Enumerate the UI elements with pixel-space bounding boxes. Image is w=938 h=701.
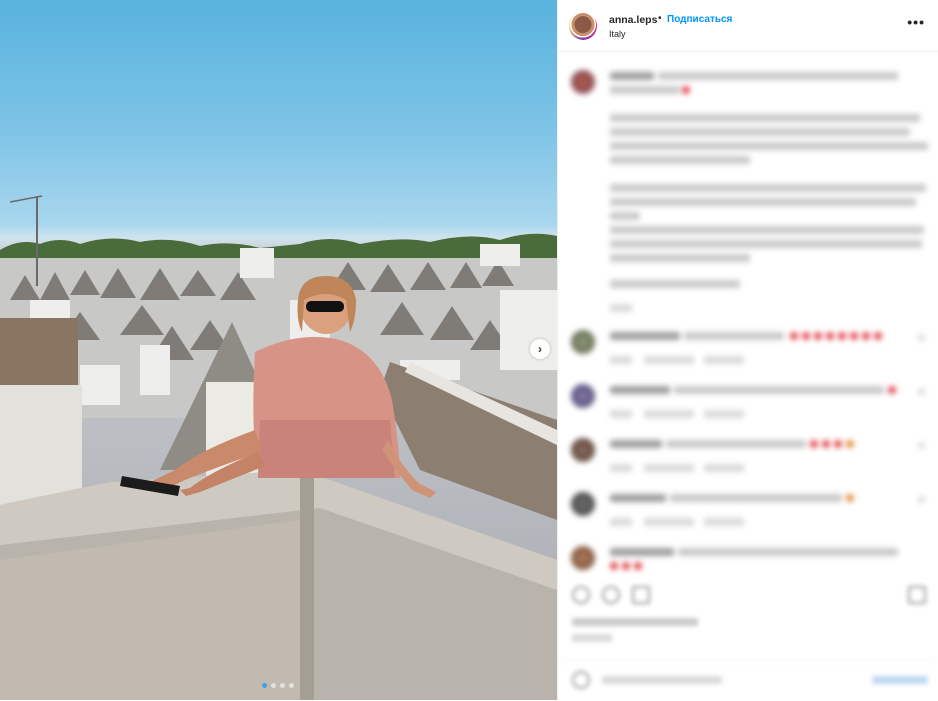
carousel-dot: [289, 683, 294, 688]
add-comment-bar-blurred: [558, 660, 938, 701]
comment-avatar: [571, 70, 595, 94]
location-link[interactable]: Italy: [609, 29, 626, 39]
follow-button[interactable]: Подписаться: [667, 14, 732, 25]
carousel-dot: [262, 683, 267, 688]
separator-dot: •: [658, 13, 662, 24]
carousel-dots: [262, 683, 294, 688]
post-side-panel: anna.leps • Подписаться Italy •••: [557, 0, 938, 700]
carousel-dot: [271, 683, 276, 688]
share-icon[interactable]: [632, 586, 650, 604]
carousel-next-button[interactable]: ›: [530, 339, 550, 359]
post-actions-blurred: [558, 582, 938, 642]
photo-scene: [0, 195, 557, 700]
post-photo[interactable]: ›: [0, 0, 557, 700]
more-options-icon[interactable]: •••: [907, 14, 925, 30]
like-icon[interactable]: [572, 586, 590, 604]
carousel-dot: [280, 683, 285, 688]
comments-list-blurred: [558, 52, 938, 582]
chevron-right-icon: ›: [538, 342, 542, 356]
username-link[interactable]: anna.leps: [609, 14, 657, 26]
save-icon[interactable]: [908, 586, 926, 604]
emoji-icon[interactable]: [572, 671, 590, 689]
comment-icon[interactable]: [602, 586, 620, 604]
avatar[interactable]: [569, 12, 597, 40]
post-header: anna.leps • Подписаться Italy •••: [558, 0, 938, 52]
